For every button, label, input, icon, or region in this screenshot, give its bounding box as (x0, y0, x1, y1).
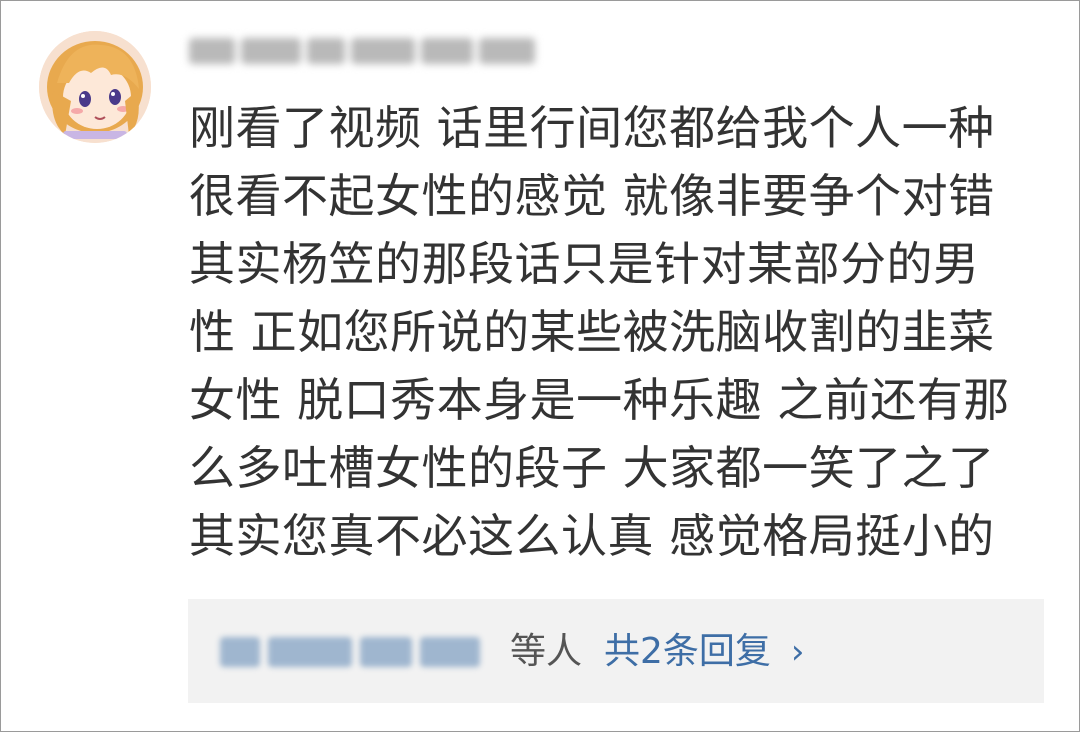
comment-line: 么多吐槽女性的段子 大家都一笑了之了 (189, 441, 995, 495)
reply-others-label: 等人 (510, 631, 583, 672)
comment-line: 刚看了视频 话里行间您都给我个人一种 (189, 101, 995, 155)
comment-line: 很看不起女性的感觉 就像非要争个对错 (189, 169, 995, 223)
chevron-right-icon[interactable]: › (791, 627, 805, 677)
comment-line: 其实您真不必这么认真 感觉格局挺小的 (189, 509, 995, 563)
reply-usernames-blurred (220, 637, 480, 667)
comment-text: 刚看了视频 话里行间您都给我个人一种 很看不起女性的感觉 就像非要争个对错 其实… (189, 94, 1029, 570)
comment-line: 其实杨笠的那段话只是针对某部分的男 (189, 237, 980, 291)
comment-line: 女性 脱口秀本身是一种乐趣 之前还有那 (189, 373, 1010, 427)
replies-preview[interactable]: 等人 共2条回复 › (188, 599, 1044, 703)
avatar[interactable] (39, 31, 151, 143)
username-blurred[interactable] (189, 31, 535, 71)
anime-girl-avatar-icon (39, 31, 151, 143)
comment-card: 刚看了视频 话里行间您都给我个人一种 很看不起女性的感觉 就像非要争个对错 其实… (0, 0, 1080, 732)
reply-summary[interactable]: 等人 共2条回复 › (510, 627, 805, 677)
comment-line: 性 正如您所说的某些被洗脑收割的韭菜 (189, 305, 995, 359)
view-replies-link[interactable]: 共2条回复 (604, 627, 771, 677)
